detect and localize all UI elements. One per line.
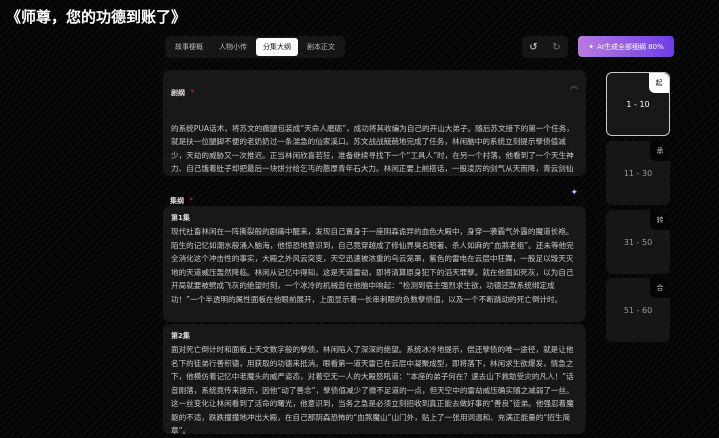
ai-generate-button[interactable]: ✦ AI生成全部细纲 80% <box>578 36 674 57</box>
sparkle-icon[interactable]: ✦ <box>570 188 578 207</box>
redo-icon[interactable]: ↻ <box>552 42 560 53</box>
page-title: 《师尊，您的功德到账了》 <box>6 8 187 26</box>
undo-icon[interactable]: ↺ <box>529 42 537 53</box>
episodes-header: 集纲 * ✦ <box>170 188 578 207</box>
required-icon: * <box>189 196 194 205</box>
act-item-qi[interactable]: 起 1 - 10 <box>606 72 670 136</box>
episode-text[interactable]: 面对死亡倒计时和面板上天文数字般的孽债，林闲陷入了深深的绝望。系统冰冷地提示，偿… <box>171 343 578 438</box>
episodes-label: 集纲 <box>170 197 184 205</box>
act-tag: 起 <box>649 73 669 93</box>
outline-card: 剧纲 * ︿ 的系统PUA话术，将苏文的瘸腿包装成“天命人磨砺”，成功将其收编为… <box>163 70 586 176</box>
tab-episode-outline[interactable]: 分集大纲 <box>256 38 298 56</box>
act-item-zhuan[interactable]: 转 31 - 50 <box>606 210 670 274</box>
outline-label: 剧纲 <box>171 89 185 97</box>
outline-text[interactable]: 的系统PUA话术，将苏文的瘸腿包装成“天命人磨砺”，成功将其收编为自己的开山大弟… <box>171 122 578 177</box>
episode-title: 第1集 <box>171 214 190 222</box>
tab-script[interactable]: 剧本正文 <box>300 38 342 56</box>
act-range: 1 - 10 <box>626 99 650 109</box>
tab-bar: 故事梗概 人物小传 分集大纲 剧本正文 <box>165 36 345 58</box>
act-tag: 承 <box>650 141 670 161</box>
act-tag: 合 <box>650 278 670 298</box>
episode-text[interactable]: 现代社畜林闲在一阵撕裂般的剧痛中醒来，发现自己置身于一座阴森诡异的血色大殿中，身… <box>171 225 578 306</box>
act-range: 51 - 60 <box>623 305 653 315</box>
tab-character-bios[interactable]: 人物小传 <box>212 38 254 56</box>
episode-card: 第1集 现代社畜林闲在一阵撕裂般的剧痛中醒来，发现自己置身于一座阴森诡异的血色大… <box>163 206 586 322</box>
act-item-he[interactable]: 合 51 - 60 <box>606 278 670 342</box>
tab-story-summary[interactable]: 故事梗概 <box>168 38 210 56</box>
act-range: 11 - 30 <box>623 168 653 178</box>
act-tag: 转 <box>650 210 670 230</box>
chevron-up-icon[interactable]: ︿ <box>570 80 578 99</box>
required-icon: * <box>190 88 195 97</box>
history-controls: ↺ ↻ <box>522 36 568 58</box>
sparkle-icon: ✦ <box>588 42 595 51</box>
ai-generate-label: AI生成全部细纲 80% <box>597 42 664 51</box>
act-item-cheng[interactable]: 承 11 - 30 <box>606 141 670 205</box>
act-range: 31 - 50 <box>623 237 653 247</box>
episode-card: 第2集 面对死亡倒计时和面板上天文数字般的孽债，林闲陷入了深深的绝望。系统冰冷地… <box>163 324 586 435</box>
episode-title: 第2集 <box>171 332 190 340</box>
